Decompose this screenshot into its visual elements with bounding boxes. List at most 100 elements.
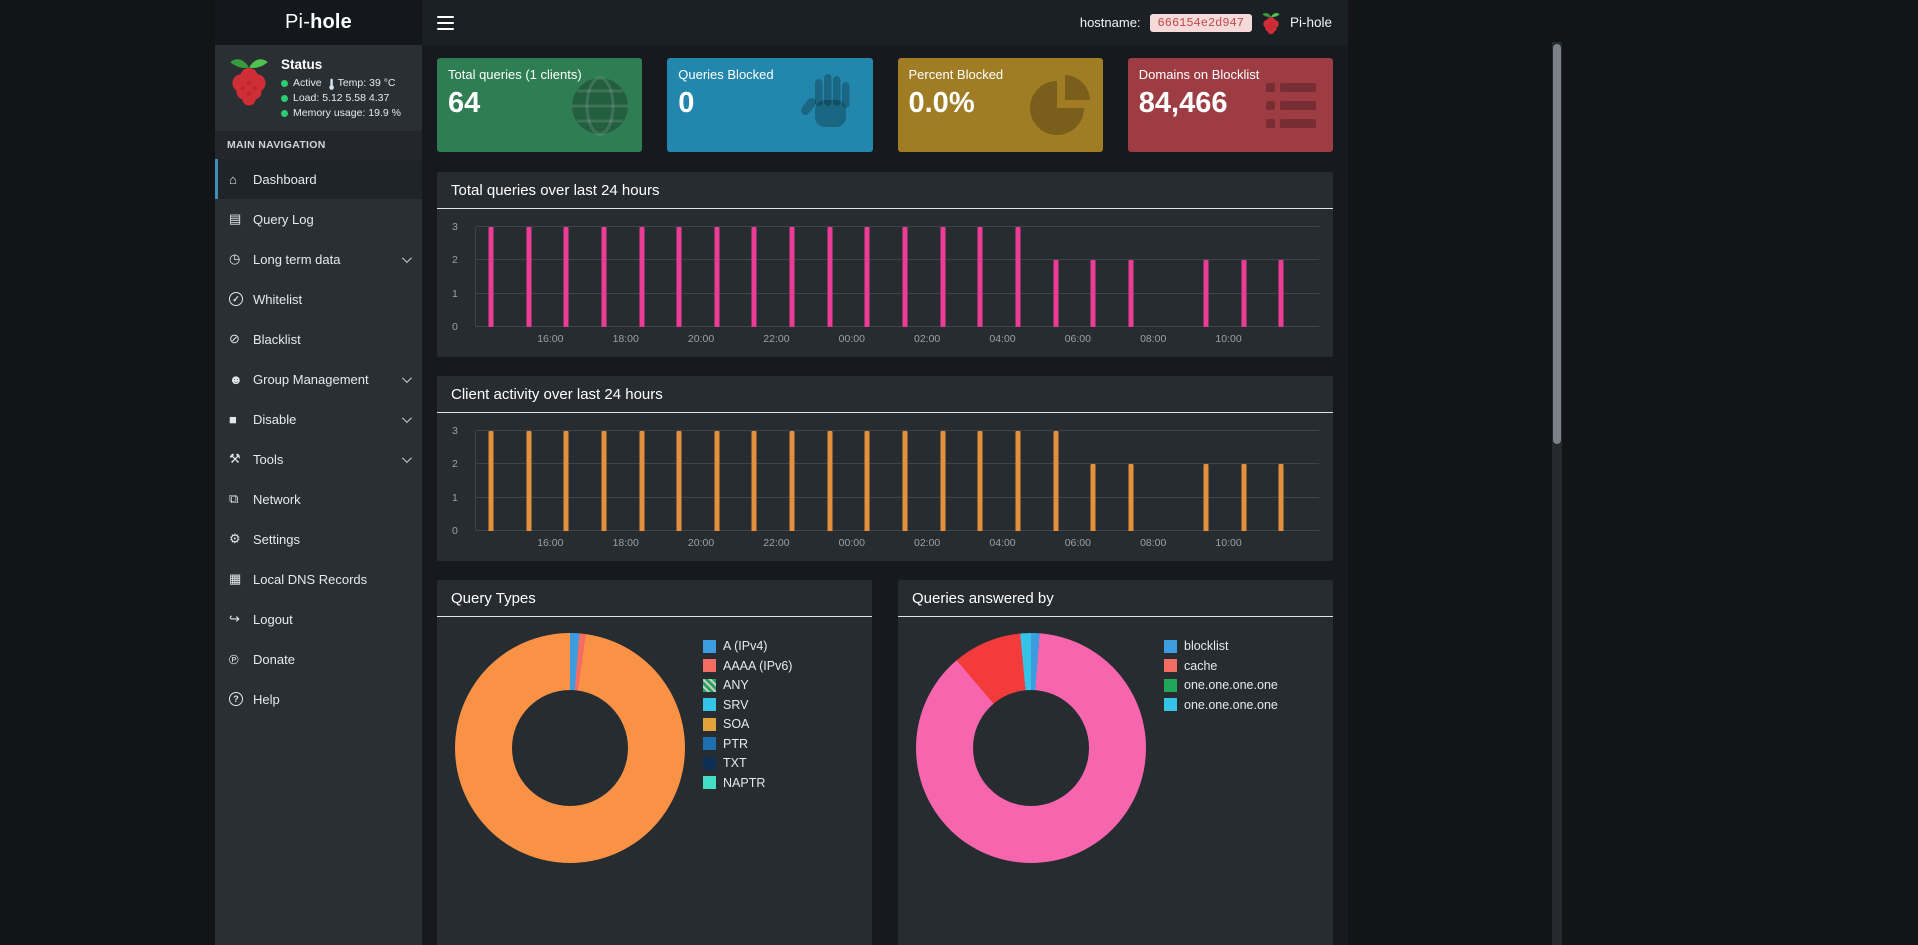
chevron-down-icon [401, 452, 412, 463]
raspberry-icon [1261, 11, 1281, 35]
chart-bar[interactable] [601, 227, 607, 327]
chart-bar[interactable] [1053, 431, 1059, 531]
chart-bar[interactable] [789, 431, 795, 531]
queries-answered-by-donut-chart[interactable] [916, 633, 1146, 863]
sidebar-item-help[interactable]: ? Help [215, 679, 422, 719]
chart-bar[interactable] [977, 431, 983, 531]
chart-bar[interactable] [751, 431, 757, 531]
legend-item-naptr[interactable]: NAPTR [703, 776, 792, 790]
query-types-legend: A (IPv4) AAAA (IPv6) ANY SRV SOA PTR TXT NAPTR [703, 639, 792, 795]
chart-bar[interactable] [1128, 260, 1134, 327]
address-book-icon: ▦ [229, 571, 242, 586]
chart-bar[interactable] [864, 227, 870, 327]
legend-item-soa[interactable]: SOA [703, 717, 792, 731]
scrollbar-thumb[interactable] [1553, 44, 1561, 444]
legend-item-blocklist[interactable]: blocklist [1164, 639, 1278, 653]
chart-bar[interactable] [1015, 227, 1021, 327]
chart-bar[interactable] [563, 227, 569, 327]
chart-bar[interactable] [1241, 464, 1247, 531]
chart-bar[interactable] [639, 431, 645, 531]
sidebar-item-tools[interactable]: ⚒ Tools [215, 439, 422, 479]
chart-bar[interactable] [827, 431, 833, 531]
chart-bar[interactable] [714, 227, 720, 327]
x-axis-tick-label: 22:00 [763, 537, 790, 549]
chart-bar[interactable] [1090, 464, 1096, 531]
chart-bar[interactable] [827, 227, 833, 327]
chart-bar[interactable] [902, 227, 908, 327]
chart-bar[interactable] [1278, 260, 1284, 327]
chart-bar[interactable] [902, 431, 908, 531]
x-axis-tick-label: 06:00 [1064, 333, 1091, 345]
legend-item-one-one-one-one[interactable]: one.one.one.one [1164, 698, 1278, 712]
panel-query-types: Query Types A (IPv4) AAAA (IPv6) ANY SRV SOA… [437, 580, 872, 945]
chart-bar[interactable] [639, 227, 645, 327]
legend-item-srv[interactable]: SRV [703, 698, 792, 712]
chart-bar[interactable] [940, 227, 946, 327]
x-axis-tick-label: 18:00 [612, 333, 639, 345]
sidebar-item-local-dns-records[interactable]: ▦ Local DNS Records [215, 559, 422, 599]
sidebar-item-logout[interactable]: ↪ Logout [215, 599, 422, 639]
legend-item-aaaa-ipv6[interactable]: AAAA (IPv6) [703, 659, 792, 673]
chart-bar[interactable] [1053, 260, 1059, 327]
sidebar-item-label: Blacklist [253, 331, 301, 347]
chart-bar[interactable] [977, 227, 983, 327]
sidebar-item-disable[interactable]: ■ Disable [215, 399, 422, 439]
legend-item-a-ipv4[interactable]: A (IPv4) [703, 639, 792, 653]
sidebar-item-settings[interactable]: ⚙ Settings [215, 519, 422, 559]
chart-bar[interactable] [1203, 464, 1209, 531]
sidebar-item-donate[interactable]: ℗ Donate [215, 639, 422, 679]
sidebar-item-blacklist[interactable]: ⊘ Blacklist [215, 319, 422, 359]
chart-bar[interactable] [864, 431, 870, 531]
sidebar-item-group-management[interactable]: ☻ Group Management [215, 359, 422, 399]
chart-bar[interactable] [940, 431, 946, 531]
legend-swatch [1164, 659, 1177, 672]
chart-bar[interactable] [1090, 260, 1096, 327]
legend-item-ptr[interactable]: PTR [703, 737, 792, 751]
legend-item-cache[interactable]: cache [1164, 659, 1278, 673]
sidebar-item-label: Settings [253, 531, 300, 547]
chart-bar[interactable] [676, 431, 682, 531]
status-line: Load: 5.12 5.58 4.37 [281, 91, 401, 106]
chart-bar[interactable] [563, 431, 569, 531]
chart-bar[interactable] [1015, 431, 1021, 531]
legend-swatch [703, 659, 716, 672]
app-logo[interactable]: Pi-hole [215, 0, 422, 45]
sidebar-item-query-log[interactable]: ▤ Query Log [215, 199, 422, 239]
chart-bar[interactable] [526, 227, 532, 327]
chart-bar[interactable] [601, 431, 607, 531]
sidebar-toggle-button[interactable] [422, 0, 468, 45]
status-dot-icon [281, 110, 288, 117]
donut-hole [973, 690, 1089, 806]
chart-bar[interactable] [1278, 464, 1284, 531]
chart-bar[interactable] [714, 431, 720, 531]
bar-chart-plot: 0 1 2 3 [452, 221, 1319, 333]
paypal-icon: ℗ [229, 651, 239, 667]
ban-icon: ⊘ [229, 331, 240, 346]
chart-bar[interactable] [488, 431, 494, 531]
x-axis-tick-label: 08:00 [1140, 537, 1167, 549]
chart-bar[interactable] [1203, 260, 1209, 327]
sidebar-item-label: Tools [253, 451, 284, 467]
scrollbar[interactable] [1552, 42, 1562, 945]
chart-bar[interactable] [789, 227, 795, 327]
chart-bar[interactable] [676, 227, 682, 327]
chart-bar[interactable] [488, 227, 494, 327]
sidebar-item-label: Help [253, 691, 280, 707]
legend-label: A (IPv4) [723, 639, 768, 653]
sidebar-item-whitelist[interactable]: ✓ Whitelist [215, 279, 422, 319]
sidebar-item-long-term-data[interactable]: ◷ Long term data [215, 239, 422, 279]
legend-item-one-one-one-one[interactable]: one.one.one.one [1164, 678, 1278, 692]
x-axis-tick-label: 18:00 [612, 537, 639, 549]
chart-bar[interactable] [751, 227, 757, 327]
legend-swatch [703, 717, 716, 731]
sidebar-item-dashboard[interactable]: ⌂ Dashboard [215, 159, 422, 199]
queries-answered-by-legend: blocklist cache one.one.one.one one.one.one… [1164, 639, 1278, 717]
sidebar-item-network[interactable]: ⧉ Network [215, 479, 422, 519]
panel-queries-answered-by: Queries answered by blocklist cache one.on… [898, 580, 1333, 945]
chart-bar[interactable] [526, 431, 532, 531]
chart-bar[interactable] [1241, 260, 1247, 327]
query-types-donut-chart[interactable] [455, 633, 685, 863]
legend-item-txt[interactable]: TXT [703, 756, 792, 770]
legend-item-any[interactable]: ANY [703, 678, 792, 692]
chart-bar[interactable] [1128, 464, 1134, 531]
